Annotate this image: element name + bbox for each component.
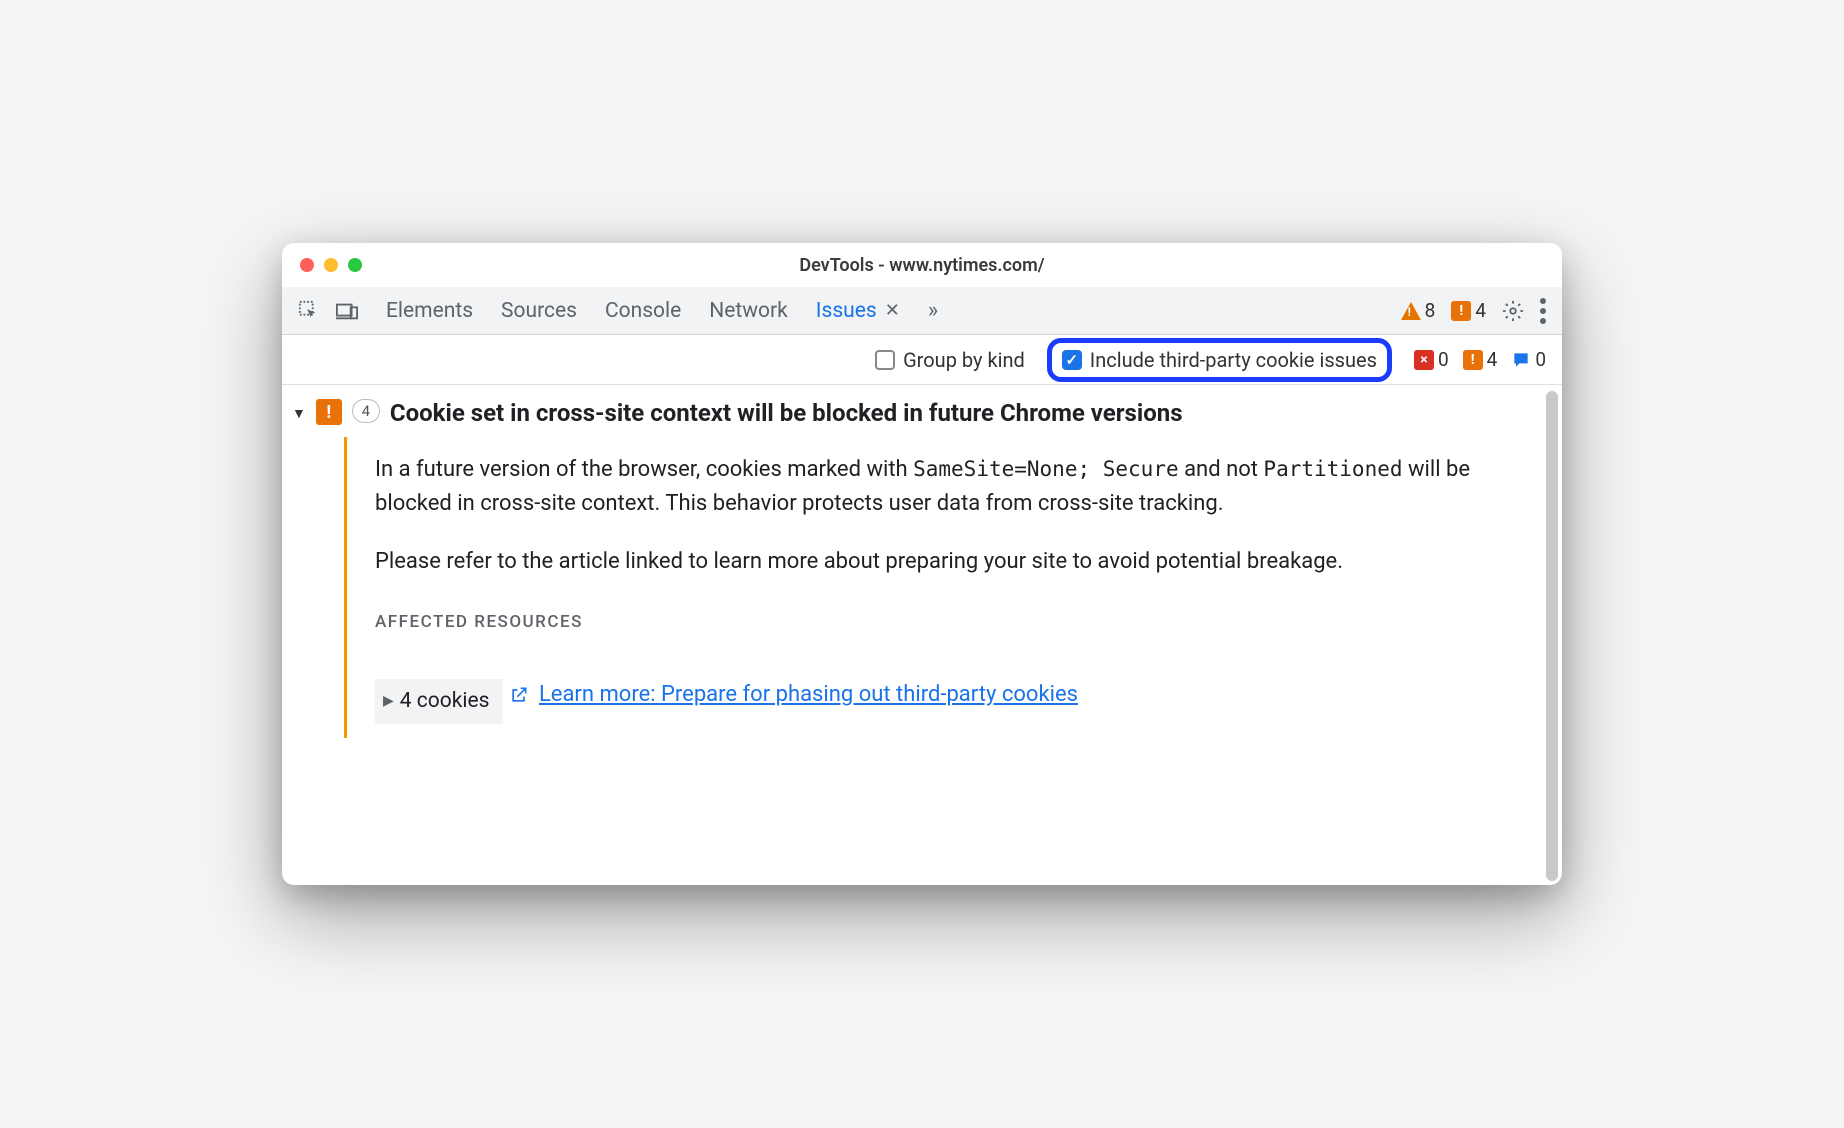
disclosure-triangle-icon[interactable]: ▼	[292, 405, 306, 422]
minimize-window-button[interactable]	[324, 258, 338, 272]
tab-issues-label: Issues	[816, 299, 877, 323]
issue-paragraph-1: In a future version of the browser, cook…	[375, 453, 1532, 521]
include-third-party-checkbox[interactable]: Include third-party cookie issues	[1062, 348, 1377, 372]
issue-occurrence-count: 4	[352, 399, 380, 423]
warnings-count: 8	[1425, 299, 1436, 322]
group-by-kind-checkbox[interactable]: Group by kind	[875, 348, 1025, 372]
info-icon	[1511, 350, 1531, 370]
filter-bar: Group by kind Include third-party cookie…	[282, 335, 1562, 385]
more-tabs-button[interactable]: »	[928, 298, 938, 323]
warnings-badge[interactable]: 8	[1401, 299, 1436, 322]
issue-header-row[interactable]: ▼ ! 4 Cookie set in cross-site context w…	[292, 399, 1542, 427]
close-tab-icon[interactable]: ✕	[885, 300, 900, 321]
include-third-party-highlight: Include third-party cookie issues	[1047, 338, 1392, 382]
checkbox-icon	[875, 350, 895, 370]
window-title: DevTools - www.nytimes.com/	[282, 255, 1562, 276]
issues-content: ▼ ! 4 Cookie set in cross-site context w…	[282, 385, 1562, 885]
close-window-button[interactable]	[300, 258, 314, 272]
code-samesite: SameSite=None; Secure	[913, 457, 1179, 481]
issue-paragraph-2: Please refer to the article linked to le…	[375, 545, 1532, 579]
devtools-window: DevTools - www.nytimes.com/ Elements Sou…	[282, 243, 1562, 885]
affected-cookies-label: 4 cookies	[400, 685, 490, 718]
tabbar: Elements Sources Console Network Issues …	[282, 287, 1562, 335]
learn-more-link[interactable]: Learn more: Prepare for phasing out thir…	[509, 678, 1078, 712]
group-by-kind-label: Group by kind	[903, 348, 1025, 372]
affected-resources-label: AFFECTED RESOURCES	[375, 609, 1532, 635]
tabs-list: Elements Sources Console Network Issues …	[386, 298, 1391, 323]
more-options-button[interactable]	[1540, 298, 1546, 324]
issue-title: Cookie set in cross-site context will be…	[390, 399, 1183, 427]
issue-severity-icon: !	[316, 399, 342, 425]
breaking-count: 4	[1475, 299, 1486, 322]
tab-issues[interactable]: Issues ✕	[816, 299, 900, 323]
filter-errors-badge[interactable]: × 0	[1414, 348, 1449, 371]
maximize-window-button[interactable]	[348, 258, 362, 272]
breaking-badge[interactable]: ! 4	[1451, 299, 1486, 322]
issue-body: In a future version of the browser, cook…	[344, 437, 1542, 738]
filter-info-badge[interactable]: 0	[1511, 348, 1546, 371]
traffic-lights	[300, 258, 362, 272]
breaking-change-icon: !	[1451, 301, 1471, 321]
scrollbar[interactable]	[1546, 391, 1558, 881]
error-icon: ×	[1414, 350, 1434, 370]
device-toolbar-icon[interactable]	[336, 300, 358, 322]
tab-console[interactable]: Console	[605, 299, 681, 323]
filter-info-count: 0	[1535, 348, 1546, 371]
filter-breaking-count: 4	[1487, 348, 1498, 371]
external-link-icon	[509, 685, 529, 705]
learn-more-text: Learn more: Prepare for phasing out thir…	[539, 678, 1078, 712]
breaking-icon: !	[1463, 350, 1483, 370]
filter-errors-count: 0	[1438, 348, 1449, 371]
include-third-party-label: Include third-party cookie issues	[1090, 348, 1377, 372]
filter-breaking-badge[interactable]: ! 4	[1463, 348, 1498, 371]
affected-cookies-toggle[interactable]: ▶ 4 cookies	[375, 679, 503, 724]
disclosure-right-icon: ▶	[383, 691, 394, 713]
inspect-element-icon[interactable]	[298, 300, 320, 322]
titlebar: DevTools - www.nytimes.com/	[282, 243, 1562, 287]
settings-button[interactable]	[1502, 300, 1524, 322]
warning-triangle-icon	[1401, 302, 1421, 320]
checkbox-checked-icon	[1062, 350, 1082, 370]
code-partitioned: Partitioned	[1263, 457, 1402, 481]
tab-network[interactable]: Network	[709, 299, 788, 323]
tab-sources[interactable]: Sources	[501, 299, 577, 323]
tab-elements[interactable]: Elements	[386, 299, 473, 323]
